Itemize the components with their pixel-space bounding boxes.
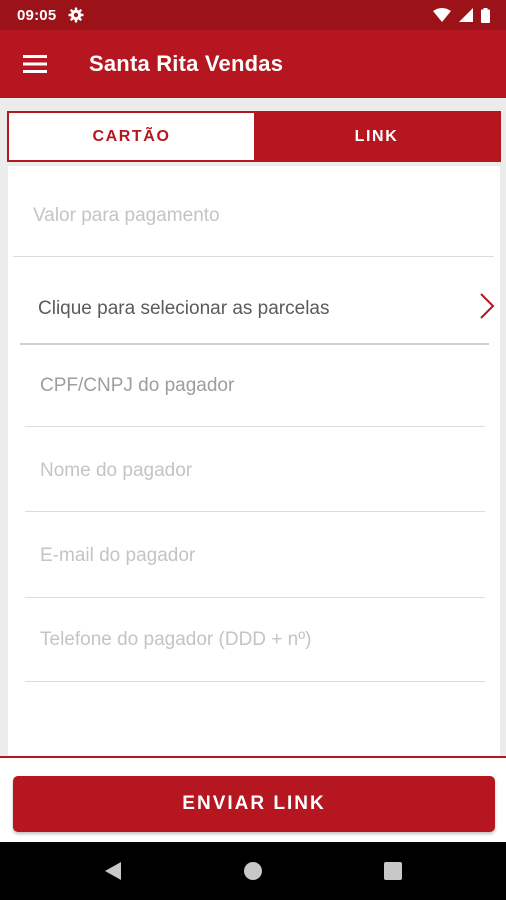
cpf-cnpj-input[interactable]: CPF/CNPJ do pagador [40,366,234,406]
wifi-icon [433,8,451,22]
system-nav-bar [0,842,506,900]
status-time: 09:05 [17,6,57,24]
status-bar: 09:05 [0,0,506,30]
tab-bar: CARTÃO LINK [7,111,501,162]
battery-icon [481,7,490,23]
app-bar: Santa Rita Vendas [0,30,506,98]
cpf-underline [25,426,485,427]
recents-icon[interactable] [363,842,423,900]
email-input[interactable]: E-mail do pagador [40,536,195,576]
enviar-link-button[interactable]: ENVIAR LINK [13,776,495,832]
email-underline [25,597,485,598]
parcelas-underline [20,343,489,345]
valor-input[interactable]: Valor para pagamento [33,196,220,236]
signal-icon [459,8,473,22]
parcelas-selector[interactable]: Clique para selecionar as parcelas [38,289,330,329]
tab-cartao[interactable]: CARTÃO [9,113,254,160]
telefone-input[interactable]: Telefone do pagador (DDD + nº) [40,620,312,660]
chevron-right-icon[interactable] [479,292,495,325]
bottom-action-area: ENVIAR LINK [0,756,506,842]
valor-underline [13,256,494,257]
nome-underline [25,511,485,512]
gear-icon [68,7,84,23]
app-title: Santa Rita Vendas [89,51,284,76]
tab-link[interactable]: LINK [254,113,499,160]
home-icon[interactable] [223,842,283,900]
hamburger-icon[interactable] [0,30,70,98]
nome-input[interactable]: Nome do pagador [40,451,192,491]
telefone-underline [25,681,485,682]
back-icon[interactable] [83,842,143,900]
